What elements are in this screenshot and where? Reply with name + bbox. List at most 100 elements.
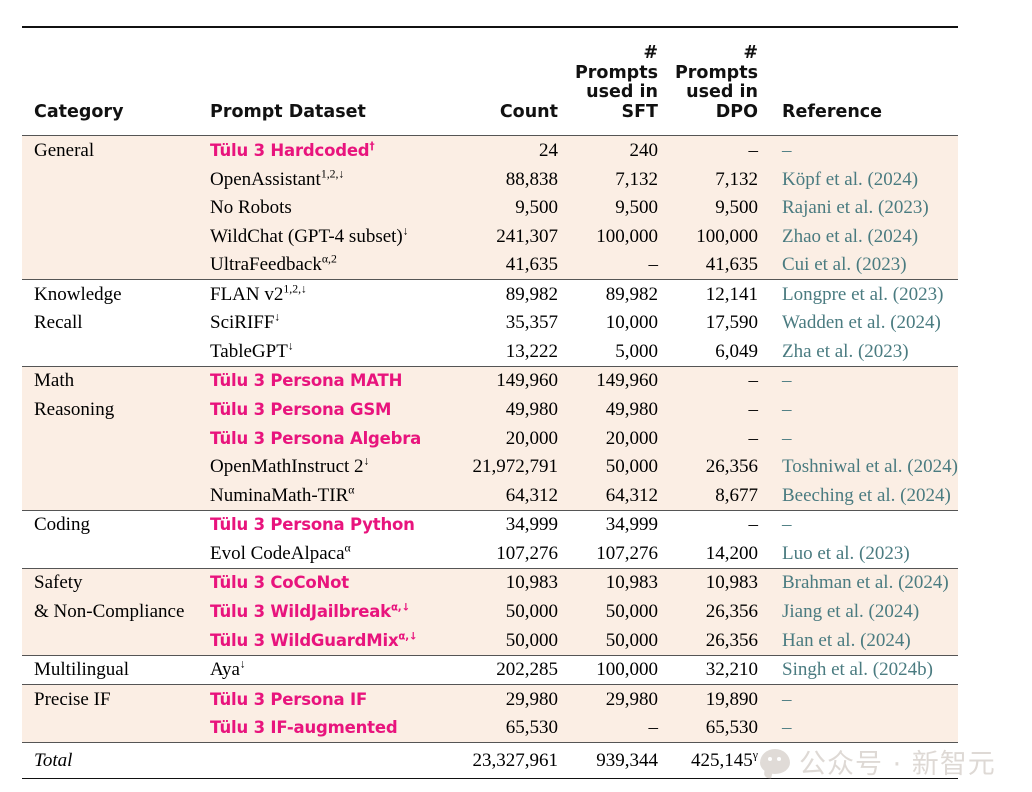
cell-category: & Non-Compliance: [22, 597, 208, 626]
cell-reference: –: [772, 395, 958, 424]
superscript-marker: α,2: [321, 252, 337, 266]
header-spacer: [22, 28, 958, 44]
cell-count: 41,635: [464, 250, 572, 280]
table-row: Safety Tülu 3 CoCoNot 10,983 10,983 10,983 Br…: [22, 568, 958, 598]
total-reference: [772, 743, 958, 779]
cell-sft: 49,980: [572, 395, 672, 424]
cell-dpo: 26,356: [672, 597, 772, 626]
table-row: OpenAssistant1,2,↓ 88,838 7,132 7,132 Köpf e…: [22, 164, 958, 194]
cell-dpo: 32,210: [705, 659, 758, 681]
cell-sft: 50,000: [572, 597, 672, 626]
cell-dataset: Tülu 3 WildJailbreakα,↓: [208, 597, 464, 626]
dataset-name-highlight: Tülu 3 Persona Python: [210, 515, 415, 535]
header-row: Category Prompt Dataset Count # Prompts us…: [22, 43, 958, 136]
cell-dpo: 65,530: [672, 713, 772, 743]
bottom-rule: [22, 777, 958, 779]
cell-sft: 64,312: [572, 481, 672, 511]
cell-count: 149,960: [464, 366, 572, 396]
dataset-name-highlight: Tülu 3 Persona MATH: [210, 371, 403, 391]
cell-count: 65,530: [464, 713, 572, 743]
cell-reference: Wadden et al. (2024): [782, 312, 941, 334]
cell-count: 9,500: [464, 193, 572, 223]
cell-category: [22, 193, 208, 223]
header-line: used in: [686, 82, 758, 103]
table-row: & Non-Compliance Tülu 3 WildJailbreakα,↓ 5…: [22, 597, 958, 626]
cell-category: Recall: [34, 312, 83, 334]
superscript-marker: ↓: [363, 454, 370, 468]
header-dataset: Prompt Dataset: [208, 44, 464, 136]
cell-dpo: 12,141: [705, 283, 758, 305]
header-line: SFT: [621, 101, 659, 122]
cell-dpo: 7,132: [672, 164, 772, 194]
cell-dataset: SciRIFF↓: [210, 311, 281, 334]
cell-reference: Luo et al. (2023): [782, 542, 910, 564]
header-category: Category: [22, 44, 208, 136]
dataset-name-highlight: Tülu 3 Persona Algebra: [210, 428, 422, 448]
total-sft: 939,344: [572, 743, 672, 779]
table-row: Tülu 3 WildGuardMixα,↓ 50,000 50,000 26,356…: [22, 625, 958, 655]
superscript-marker: †: [369, 141, 375, 153]
table-row: Tülu 3 Persona Algebra 20,000 20,000– –: [22, 424, 958, 453]
total-dataset: [208, 743, 464, 779]
cell-dpo: –: [672, 424, 772, 453]
cell-count: 241,307: [464, 222, 572, 251]
table-row: Recall SciRIFF↓ 35,357 10,000 17,590 Wadden e…: [22, 309, 958, 338]
cell-dataset: Evol CodeAlpacaα: [210, 541, 351, 564]
cell-category: [22, 250, 208, 280]
table-header: Category Prompt Dataset Count # Prompts us…: [22, 26, 958, 137]
total-label: Total: [22, 743, 208, 779]
cell-reference: Zhao et al. (2024): [772, 222, 958, 251]
cell-reference: Toshniwal et al. (2024): [772, 452, 958, 482]
cell-count: 107,276: [496, 542, 558, 564]
table-row: Precise IF Tülu 3 Persona IF 29,980 29,980 1…: [22, 685, 958, 714]
cell-count: 202,285: [496, 659, 558, 681]
prompt-dataset-table: Category Prompt Dataset Count # Prompts us…: [22, 26, 958, 779]
cell-count: 50,000: [464, 597, 572, 626]
cell-category: Precise IF: [22, 685, 208, 714]
cell-sft: –: [572, 250, 672, 280]
cell-dataset: WildChat (GPT-4 subset)↓: [208, 222, 464, 251]
cell-reference: Köpf et al. (2024): [772, 164, 958, 194]
cell-count: 89,982: [505, 283, 558, 305]
table-row: Evol CodeAlpacaα 107,276 107,276 14,200 Luo …: [22, 539, 958, 568]
superscript-marker: ↓: [402, 224, 409, 238]
cell-reference: –: [772, 424, 958, 453]
table-row: TableGPT↓ 13,222 5,000 6,049 Zha et al. (202…: [22, 337, 958, 366]
cell-sft: 240: [572, 136, 672, 165]
dataset-name-highlight: Tülu 3 Persona IF: [210, 689, 368, 709]
cell-sft: 29,980: [572, 685, 672, 714]
cell-dataset: Tülu 3 Hardcoded†: [208, 136, 464, 165]
cell-dpo: 19,890: [672, 685, 772, 714]
cell-count: 21,972,791: [464, 452, 572, 482]
table-row: UltraFeedbackα,2 41,635–41,635 Cui et al. …: [22, 250, 958, 280]
cell-category: [22, 222, 208, 251]
cell-count: 10,983: [464, 568, 572, 598]
header-dpo: # Prompts used in DPO: [672, 43, 772, 136]
cell-sft: 34,999: [605, 514, 658, 536]
cell-category: [22, 481, 208, 511]
cell-dataset: Tülu 3 Persona Python: [208, 511, 464, 540]
cell-count: 13,222: [505, 340, 558, 362]
cell-category: Math: [22, 366, 208, 396]
total-row: Total 23,327,961 939,344 425,145γ: [22, 743, 958, 779]
superscript-marker: 1,2,↓: [320, 167, 345, 181]
superscript-marker: ↓: [274, 311, 281, 325]
cell-dataset: Tülu 3 Persona GSM: [208, 395, 464, 424]
cell-category: [22, 452, 208, 482]
dataset-name-highlight: Tülu 3 Hardcoded†: [210, 140, 375, 160]
cell-dataset: Aya↓: [210, 657, 246, 681]
cell-sft: 5,000: [615, 340, 658, 362]
cell-count: 35,357: [505, 312, 558, 334]
dataset-name-highlight: Tülu 3 WildGuardMixα,↓: [210, 630, 418, 650]
cell-count: 20,000: [464, 424, 572, 453]
cell-dpo: 100,000: [672, 222, 772, 251]
cell-count: 49,980: [464, 395, 572, 424]
header-line: Prompts: [674, 62, 758, 83]
cell-dpo: –: [672, 136, 772, 165]
cell-reference: –: [782, 514, 792, 536]
superscript-marker: ↓: [239, 657, 246, 671]
superscript-marker: α: [344, 541, 351, 555]
dataset-name-highlight: Tülu 3 WildJailbreakα,↓: [210, 601, 410, 621]
cell-reference: Singh et al. (2024b): [782, 659, 933, 681]
header-line: Prompts: [574, 62, 658, 83]
